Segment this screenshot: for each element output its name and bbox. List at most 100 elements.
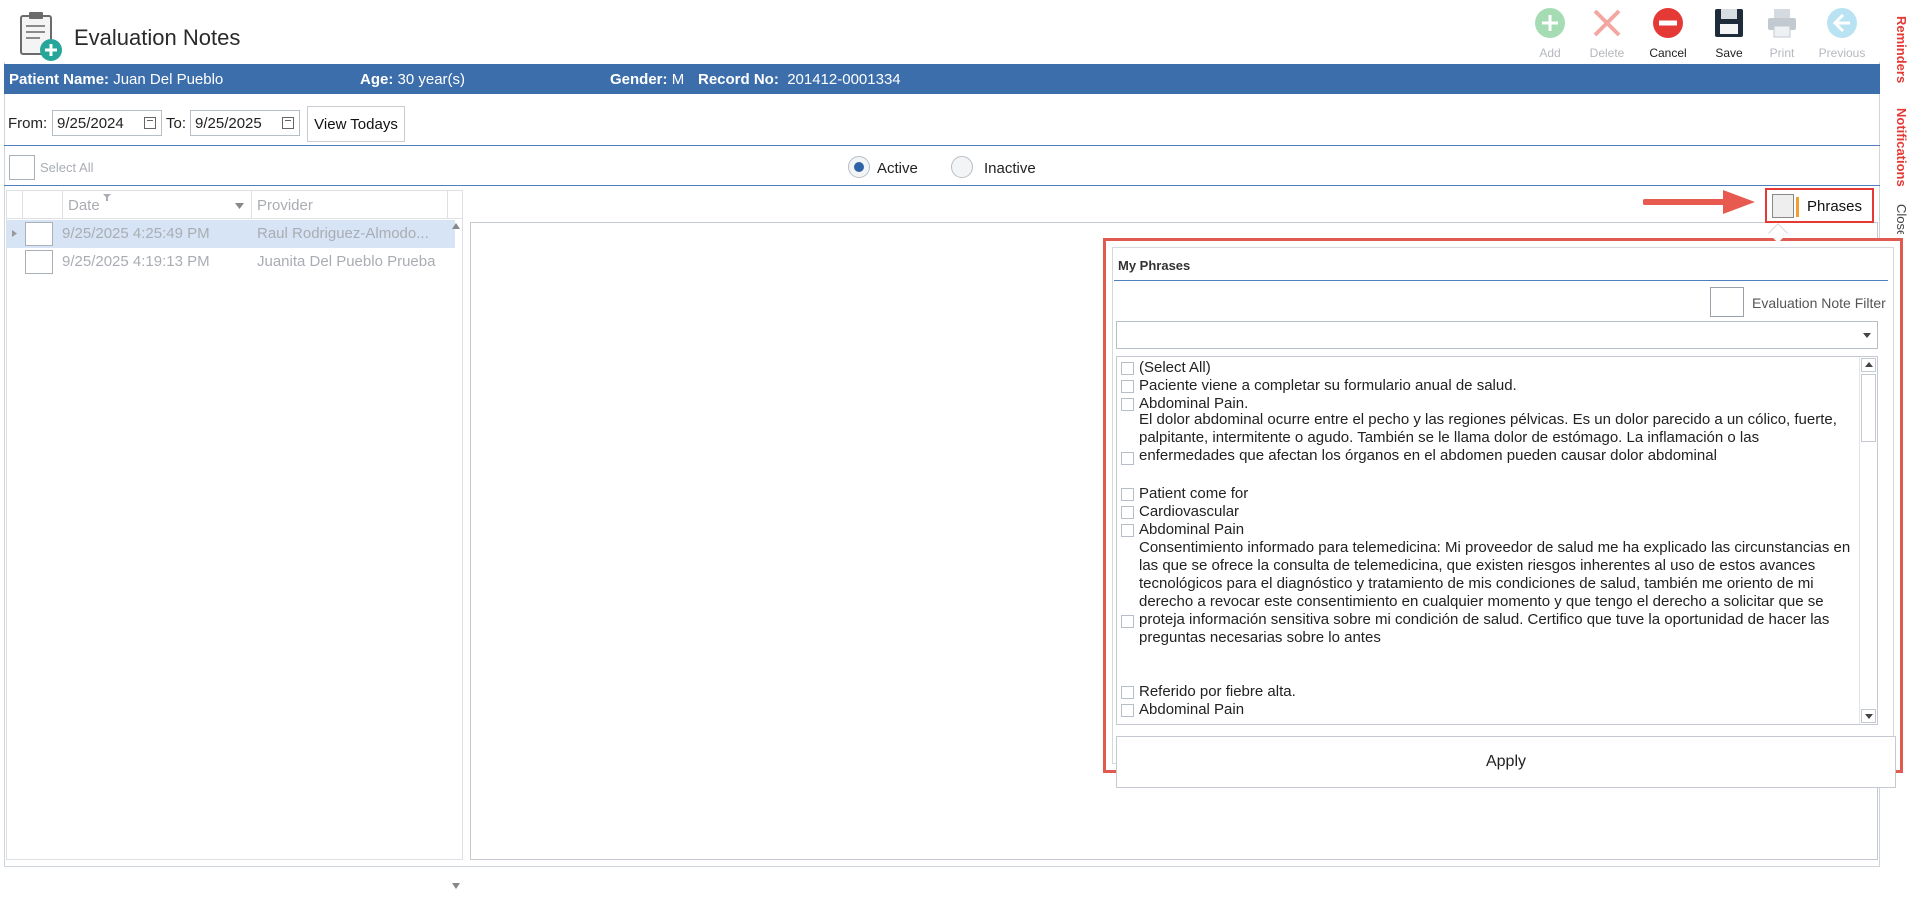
scroll-thumb[interactable] xyxy=(1861,374,1876,442)
delete-icon xyxy=(1593,9,1621,37)
list-item-checkbox[interactable] xyxy=(1121,524,1134,537)
list-item-checkbox[interactable] xyxy=(1121,452,1134,465)
document-icon xyxy=(1772,194,1799,218)
clipboard-add-icon xyxy=(20,12,62,61)
print-button[interactable]: Print xyxy=(1752,6,1812,60)
print-label: Print xyxy=(1769,46,1795,60)
printer-icon xyxy=(1768,9,1796,38)
phrases-popup: My Phrases Evaluation Note Filter (Selec… xyxy=(1103,238,1903,788)
evaluation-note-filter-label: Evaluation Note Filter xyxy=(1752,295,1886,311)
phrases-button-label: Phrases xyxy=(1807,198,1863,215)
popup-title: My Phrases xyxy=(1118,258,1191,273)
column-divider xyxy=(251,191,252,219)
cancel-button[interactable]: Cancel xyxy=(1638,6,1698,60)
patient-record-label: Record No: xyxy=(698,71,779,88)
scroll-down-icon[interactable] xyxy=(1861,709,1876,723)
previous-button[interactable]: Previous xyxy=(1812,6,1872,60)
add-button[interactable]: Add xyxy=(1520,6,1580,60)
previous-label: Previous xyxy=(1818,46,1866,60)
row-provider: Raul Rodriguez-Almodo... xyxy=(257,225,429,242)
patient-record: Record No: 201412-0001334 xyxy=(698,71,901,88)
active-label: Active xyxy=(877,160,918,177)
list-item-checkbox[interactable] xyxy=(1121,506,1134,519)
filter-icon[interactable] xyxy=(103,194,111,202)
provider-column-header[interactable]: Provider xyxy=(257,197,313,214)
arrow-icon xyxy=(1643,190,1755,214)
cancel-label: Cancel xyxy=(1649,46,1687,60)
patient-name: Patient Name: Juan Del Pueblo xyxy=(9,71,223,88)
date-column-header[interactable]: Date xyxy=(68,197,100,214)
column-divider xyxy=(62,191,63,219)
delete-label: Delete xyxy=(1589,46,1625,60)
select-all-label: Select All xyxy=(40,160,94,175)
save-icon xyxy=(1715,9,1743,37)
add-label: Add xyxy=(1539,46,1561,60)
inactive-label: Inactive xyxy=(984,160,1036,177)
table-row[interactable]: 9/25/2025 4:19:13 PM Juanita Del Pueblo … xyxy=(7,248,455,276)
patient-name-value: Juan Del Pueblo xyxy=(113,71,224,88)
from-date-input[interactable]: 9/25/2024 xyxy=(52,110,162,136)
reminders-tab[interactable]: Reminders xyxy=(1880,14,1909,86)
notes-grid: Date Provider 9/25/2025 4:25:49 PM Raul … xyxy=(6,190,463,889)
list-item[interactable]: Abdominal Pain xyxy=(1139,699,1859,721)
to-label: To: xyxy=(166,115,187,132)
save-button[interactable]: Save xyxy=(1699,6,1759,60)
scroll-down-icon[interactable] xyxy=(452,883,460,889)
column-divider xyxy=(22,191,23,219)
list-item-checkbox[interactable] xyxy=(1121,686,1134,699)
notifications-tab[interactable]: Notifications xyxy=(1880,104,1909,190)
list-item-checkbox[interactable] xyxy=(1121,398,1134,411)
apply-button[interactable]: Apply xyxy=(1116,736,1896,788)
list-item-checkbox[interactable] xyxy=(1121,704,1134,717)
active-radio[interactable] xyxy=(848,156,870,178)
list-scrollbar[interactable] xyxy=(1859,357,1877,724)
row-indicator-icon xyxy=(12,230,17,237)
list-item[interactable]: El dolor abdominal ocurre entre el pecho… xyxy=(1139,411,1859,465)
view-todays-button[interactable]: View Todays xyxy=(307,106,405,142)
status-filter-row xyxy=(4,150,1880,186)
patient-name-label: Patient Name: xyxy=(9,71,110,88)
row-provider: Juanita Del Pueblo Prueba xyxy=(257,253,436,270)
evaluation-note-filter-checkbox[interactable] xyxy=(1710,287,1744,317)
patient-age-value: 30 year(s) xyxy=(397,71,466,88)
patient-age: Age: 30 year(s) xyxy=(360,71,465,88)
phrases-button[interactable]: Phrases xyxy=(1765,188,1874,223)
list-item[interactable]: Abdominal Pain xyxy=(1139,519,1859,541)
patient-age-label: Age: xyxy=(360,71,394,88)
row-checkbox[interactable] xyxy=(25,222,53,246)
list-item-checkbox[interactable] xyxy=(1121,362,1134,375)
select-all-checkbox[interactable] xyxy=(9,155,35,180)
list-item[interactable]: Consentimiento informado para telemedici… xyxy=(1139,539,1859,647)
delete-button[interactable]: Delete xyxy=(1577,6,1637,60)
scroll-up-icon[interactable] xyxy=(452,223,460,229)
save-label: Save xyxy=(1715,46,1743,60)
table-row[interactable]: 9/25/2025 4:25:49 PM Raul Rodriguez-Almo… xyxy=(7,220,455,248)
phrase-category-select[interactable] xyxy=(1116,321,1878,349)
patient-gender-label: Gender: xyxy=(610,71,668,88)
back-arrow-icon xyxy=(1827,8,1857,38)
page-title: Evaluation Notes xyxy=(74,25,241,50)
list-item-checkbox[interactable] xyxy=(1121,488,1134,501)
list-item-checkbox[interactable] xyxy=(1121,615,1134,628)
close-tab[interactable]: Close xyxy=(1880,204,1909,234)
grid-header: Date Provider xyxy=(7,191,462,219)
row-date: 9/25/2025 4:25:49 PM xyxy=(62,225,210,242)
calendar-icon[interactable] xyxy=(282,117,294,129)
chevron-down-icon[interactable] xyxy=(235,203,244,209)
patient-gender: Gender: M xyxy=(610,71,684,88)
phrases-list: (Select All) Paciente viene a completar … xyxy=(1116,356,1878,725)
chevron-down-icon[interactable] xyxy=(1863,333,1871,338)
patient-record-value: 201412-0001334 xyxy=(787,71,901,88)
column-divider xyxy=(447,191,448,219)
patient-gender-value: M xyxy=(671,71,685,88)
scroll-up-icon[interactable] xyxy=(1861,358,1876,372)
list-item-checkbox[interactable] xyxy=(1121,380,1134,393)
row-checkbox[interactable] xyxy=(25,250,53,274)
divider xyxy=(1114,280,1888,281)
app-window: Evaluation Notes Add Delete Cancel Save … xyxy=(0,0,1909,899)
to-date-input[interactable]: 9/25/2025 xyxy=(190,110,300,136)
from-date-value: 9/25/2024 xyxy=(57,115,124,132)
cancel-icon xyxy=(1653,8,1683,38)
calendar-icon[interactable] xyxy=(144,117,156,129)
inactive-radio[interactable] xyxy=(951,156,973,178)
